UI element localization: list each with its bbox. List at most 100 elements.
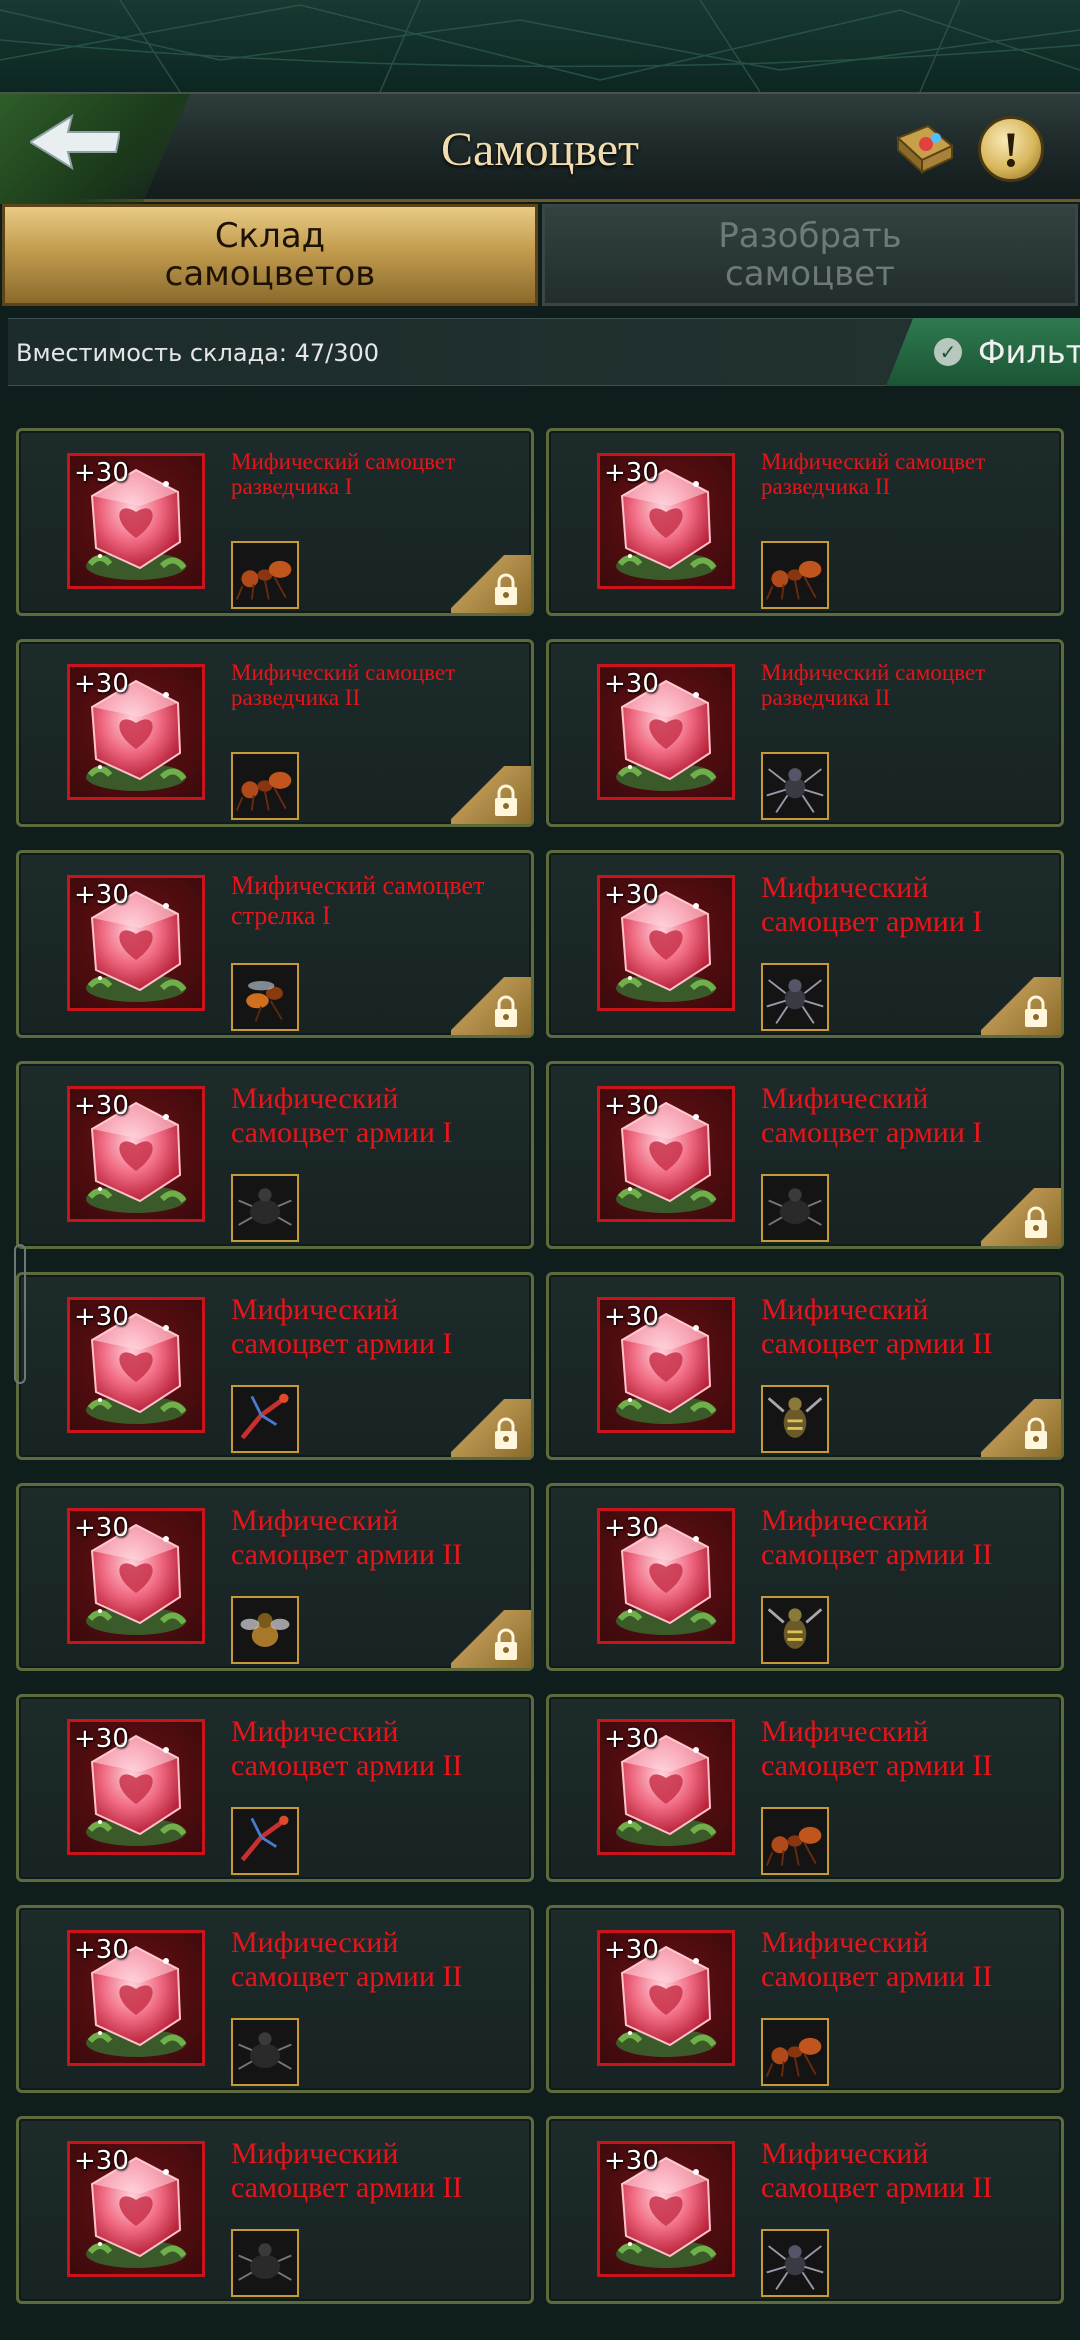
gem-thumbnail: +30 [597,1719,735,1855]
troop-type-thumbnail [231,1807,299,1875]
gem-card[interactable]: +30 Мифический самоцвет армии I [16,1272,534,1460]
storage-capacity-text: Вместимость склада: 47/300 [16,339,380,367]
lock-toggle[interactable] [451,555,531,613]
gem-name: Мифический самоцвет разведчика II [231,660,456,710]
filter-button[interactable]: ✓ Фильт [886,318,1080,386]
ant-icon [765,1826,822,1866]
beetle-icon [768,1188,822,1226]
ant-icon [235,771,292,811]
back-button[interactable] [0,94,190,204]
gem-card[interactable]: +30 Мифический самоцвет армии II [546,1694,1064,1882]
lock-icon [495,1628,517,1660]
troop-type-thumbnail [761,2018,829,2086]
gem-name: Мифический самоцвет армии I [761,1082,983,1149]
ant-icon [765,2037,822,2077]
gem-thumbnail: +30 [597,453,735,589]
gem-card[interactable]: +30 Мифический самоцвет армии I [546,1061,1064,1249]
ant-icon [765,560,822,600]
beetle-icon [238,1188,292,1226]
gem-level-badge: +30 [604,2146,659,2176]
gem-thumbnail: +30 [67,1930,205,2066]
mantis-icon [240,1815,289,1862]
gem-thumbnail: +30 [597,875,735,1011]
troop-type-thumbnail [231,2018,299,2086]
gem-name: Мифический самоцвет армии II [761,1293,993,1360]
gem-card[interactable]: +30 Мифический самоцвет армии I [546,850,1064,1038]
beetle-icon [238,2243,292,2281]
gem-name: Мифический самоцвет армии II [761,1926,993,1993]
header-bar: Самоцвет ! [0,92,1080,204]
filter-label: Фильт [978,333,1080,371]
gem-level-badge: +30 [604,1302,659,1332]
back-arrow-icon [30,113,120,171]
gem-card[interactable]: +30 Мифический самоцвет армии II [546,1905,1064,2093]
tab-disassemble-gem[interactable]: Разобрать самоцвет [542,204,1078,306]
gem-level-badge: +30 [74,458,129,488]
troop-type-thumbnail [761,1807,829,1875]
troop-type-thumbnail [761,752,829,820]
fly-icon [240,1613,290,1647]
lock-toggle[interactable] [451,766,531,824]
hornet-icon [767,1397,823,1438]
gem-level-badge: +30 [74,2146,129,2176]
gem-level-badge: +30 [74,1091,129,1121]
lock-toggle[interactable] [451,1610,531,1668]
lock-icon [1025,1417,1047,1449]
gem-card[interactable]: +30 Мифический самоцвет армии II [546,1483,1064,1671]
gem-level-badge: +30 [604,1513,659,1543]
troop-type-thumbnail [231,963,299,1031]
scroll-handle[interactable] [14,1244,26,1384]
gem-card[interactable]: +30 Мифический самоцвет армии I [16,1061,534,1249]
gem-card[interactable]: +30 Мифический самоцвет армии II [16,1905,534,2093]
gem-name: Мифический самоцвет армии II [231,2137,463,2204]
gem-thumbnail: +30 [597,1297,735,1433]
troop-type-thumbnail [761,541,829,609]
troop-type-thumbnail [761,2229,829,2297]
gem-thumbnail: +30 [67,875,205,1011]
gem-card[interactable]: +30 Мифический самоцвет армии II [16,1483,534,1671]
gem-thumbnail: +30 [597,1508,735,1644]
gem-card[interactable]: +30 Мифический самоцвет разведчика II [16,639,534,827]
gem-thumbnail: +30 [597,2141,735,2277]
troop-type-thumbnail [761,963,829,1031]
gem-level-badge: +30 [604,669,659,699]
gem-card[interactable]: +30 Мифический самоцвет армии II [546,2116,1064,2304]
hornet-icon [767,1608,823,1649]
troop-type-thumbnail [761,1385,829,1453]
gem-thumbnail: +30 [67,1508,205,1644]
gem-card[interactable]: +30 Мифический самоцвет разведчика II [546,428,1064,616]
gem-name: Мифический самоцвет армии II [231,1926,463,1993]
gem-level-badge: +30 [604,1091,659,1121]
info-button[interactable]: ! [978,116,1044,182]
gem-book-button[interactable] [892,116,958,182]
gem-name: Мифический самоцвет армии II [761,2137,993,2204]
gem-name: Мифический самоцвет стрелка I [231,871,485,930]
lock-toggle[interactable] [981,1188,1061,1246]
gem-card[interactable]: +30 Мифический самоцвет разведчика II [546,639,1064,827]
lock-icon [495,784,517,816]
gem-thumbnail: +30 [67,2141,205,2277]
gem-thumbnail: +30 [67,453,205,589]
spider-icon [766,979,824,1024]
gem-card[interactable]: +30 Мифический самоцвет разведчика I [16,428,534,616]
top-web-background [0,0,1080,92]
gem-name: Мифический самоцвет разведчика I [231,449,456,499]
lock-toggle[interactable] [451,977,531,1035]
lock-toggle[interactable] [981,1399,1061,1457]
troop-type-thumbnail [761,1174,829,1242]
lock-toggle[interactable] [451,1399,531,1457]
gem-card[interactable]: +30 Мифический самоцвет стрелка I [16,850,534,1038]
gem-card[interactable]: +30 Мифический самоцвет армии II [16,2116,534,2304]
gem-name: Мифический самоцвет армии I [231,1082,453,1149]
gem-card[interactable]: +30 Мифический самоцвет армии II [546,1272,1064,1460]
gem-name: Мифический самоцвет армии II [761,1715,993,1782]
ant-icon [235,560,292,600]
troop-type-thumbnail [761,1596,829,1664]
tab-gem-storage[interactable]: Склад самоцветов [2,204,538,306]
gem-level-badge: +30 [74,880,129,910]
gem-card[interactable]: +30 Мифический самоцвет армии II [16,1694,534,1882]
gem-thumbnail: +30 [67,1719,205,1855]
troop-type-thumbnail [231,2229,299,2297]
lock-toggle[interactable] [981,977,1061,1035]
check-icon: ✓ [934,338,962,366]
